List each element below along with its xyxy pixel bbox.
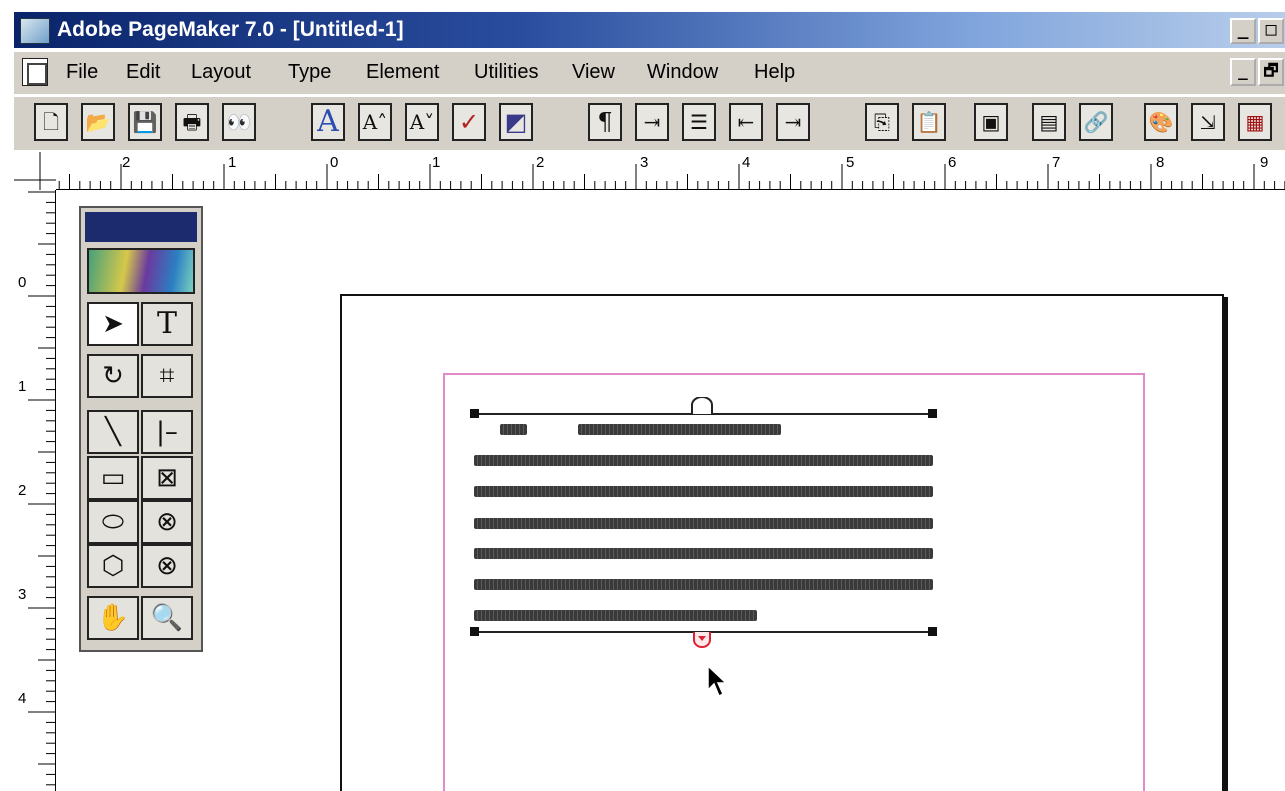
top-left-handle[interactable] [470, 409, 479, 418]
find-icon[interactable]: 👀 [222, 103, 256, 141]
ruler-label: 5 [846, 154, 855, 171]
decrease-indent-icon[interactable]: ⇤ [729, 103, 763, 141]
menu-type[interactable]: Type [288, 61, 331, 84]
top-right-handle[interactable] [928, 409, 937, 418]
text-line [578, 424, 781, 435]
ruler-label: 1 [432, 154, 441, 171]
place-icon[interactable]: ▣ [974, 103, 1008, 141]
decrease-font-size-icon[interactable]: A˅ [405, 103, 439, 141]
new-document-icon[interactable]: 🗋 [34, 103, 68, 141]
rotate-tool-icon[interactable]: ↻ [87, 354, 139, 398]
title-bar: Adobe PageMaker 7.0 - [Untitled-1] _ □ [0, 0, 1285, 50]
increase-indent-icon[interactable]: ⇥ [776, 103, 810, 141]
window-title: Adobe PageMaker 7.0 - [Untitled-1] [57, 18, 404, 41]
text-line [474, 455, 933, 466]
document-minimize-button[interactable]: _ [1230, 58, 1256, 86]
toolbox-title-bar[interactable] [85, 212, 197, 242]
ruler-origin[interactable] [14, 152, 56, 190]
ruler-label: 2 [122, 154, 131, 171]
ruler-label: 7 [1052, 154, 1061, 171]
ruler-label: 9 [1260, 154, 1269, 171]
toolbar: 🗋 📂 💾 🖶 👀 A A˄ A˅ ✓ ◩ ¶ ⇥ ☰ ⇤ ⇥ ⎘ 📋 ▣ ▤ … [14, 96, 1285, 150]
ellipse-frame-tool-icon[interactable]: ⊗ [141, 500, 193, 544]
copy-icon[interactable]: ⎘ [865, 103, 899, 141]
indents-tabs-icon[interactable]: ⇥ [635, 103, 669, 141]
toolbox-palette[interactable]: ➤ T ↻ ⌗ ╲ |– ▭ ⊠ ⬭ ⊗ ⬡ ⊗ ✋ 🔍 [79, 206, 203, 652]
ruler-label: 1 [18, 378, 27, 395]
rectangle-frame-tool-icon[interactable]: ⊠ [141, 456, 193, 500]
polygon-frame-tool-icon[interactable]: ⊗ [141, 544, 193, 588]
character-format-icon[interactable]: A [311, 103, 345, 141]
minimize-button[interactable]: _ [1230, 18, 1256, 44]
mouse-pointer-icon [707, 664, 728, 698]
menu-element[interactable]: Element [366, 61, 439, 84]
text-tool-icon[interactable]: T [141, 302, 193, 346]
ruler-label: 3 [18, 586, 27, 603]
menu-layout[interactable]: Layout [191, 61, 251, 84]
export-icon[interactable]: ⇲ [1191, 103, 1225, 141]
fill-stroke-icon[interactable]: ◩ [499, 103, 533, 141]
hand-tool-icon[interactable]: ✋ [87, 596, 139, 640]
ellipse-tool-icon[interactable]: ⬭ [87, 500, 139, 544]
menu-file[interactable]: File [66, 61, 98, 84]
pagemaker-logo [87, 248, 195, 294]
master-pages-icon[interactable]: ▦ [1238, 103, 1272, 141]
ruler-label: 1 [228, 154, 237, 171]
print-icon[interactable]: 🖶 [175, 103, 209, 141]
image-frame-icon[interactable]: ▤ [1032, 103, 1066, 141]
ruler-label: 0 [18, 274, 27, 291]
spelling-icon[interactable]: ✓ [452, 103, 486, 141]
menu-bar: File Edit Layout Type Element Utilities … [14, 52, 1285, 94]
menu-window[interactable]: Window [647, 61, 718, 84]
menu-edit[interactable]: Edit [126, 61, 160, 84]
document-restore-button[interactable]: 🗗 [1258, 58, 1284, 86]
bullets-icon[interactable]: ☰ [682, 103, 716, 141]
polygon-tool-icon[interactable]: ⬡ [87, 544, 139, 588]
ruler-label: 2 [536, 154, 545, 171]
zoom-tool-icon[interactable]: 🔍 [141, 596, 193, 640]
ruler-origin-crosshair-icon [14, 152, 56, 190]
ruler-label: 2 [18, 482, 27, 499]
text-line [474, 610, 757, 621]
menu-help[interactable]: Help [754, 61, 795, 84]
rectangle-tool-icon[interactable]: ▭ [87, 456, 139, 500]
selected-text-block[interactable] [470, 395, 940, 655]
text-line [474, 579, 933, 590]
text-line [474, 486, 933, 497]
horizontal-ruler-ticks [17, 164, 1285, 190]
increase-font-size-icon[interactable]: A˄ [358, 103, 392, 141]
top-windowshade-tab-icon[interactable] [690, 397, 714, 415]
bottom-right-handle[interactable] [928, 627, 937, 636]
vertical-ruler[interactable]: 0 1 2 3 4 [14, 190, 56, 791]
line-tool-icon[interactable]: ╲ [87, 410, 139, 454]
links-icon[interactable]: 🔗 [1079, 103, 1113, 141]
bottom-left-handle[interactable] [470, 627, 479, 636]
text-line [474, 518, 933, 529]
ruler-label: 4 [18, 690, 27, 707]
paragraph-icon[interactable]: ¶ [588, 103, 622, 141]
ruler-label: 8 [1156, 154, 1165, 171]
save-icon[interactable]: 💾 [128, 103, 162, 141]
text-line [474, 548, 933, 559]
ruler-label: 0 [330, 154, 339, 171]
ruler-label: 4 [742, 154, 751, 171]
overflow-text-icon[interactable] [692, 631, 712, 649]
ruler-label: 6 [948, 154, 957, 171]
open-icon[interactable]: 📂 [81, 103, 115, 141]
pagemaker-app-icon[interactable] [20, 18, 50, 44]
crop-tool-icon[interactable]: ⌗ [141, 354, 193, 398]
paste-icon[interactable]: 📋 [912, 103, 946, 141]
maximize-button[interactable]: □ [1258, 18, 1284, 44]
horizontal-ruler[interactable]: 2 1 0 1 2 3 4 5 6 7 8 9 [14, 152, 1285, 190]
pointer-tool-icon[interactable]: ➤ [87, 302, 139, 346]
text-line [500, 424, 527, 435]
color-palette-icon[interactable]: 🎨 [1144, 103, 1178, 141]
ruler-label: 3 [640, 154, 649, 171]
menu-view[interactable]: View [572, 61, 615, 84]
constrained-line-tool-icon[interactable]: |– [141, 410, 193, 454]
menu-utilities[interactable]: Utilities [474, 61, 538, 84]
document-control-icon[interactable] [22, 58, 48, 86]
